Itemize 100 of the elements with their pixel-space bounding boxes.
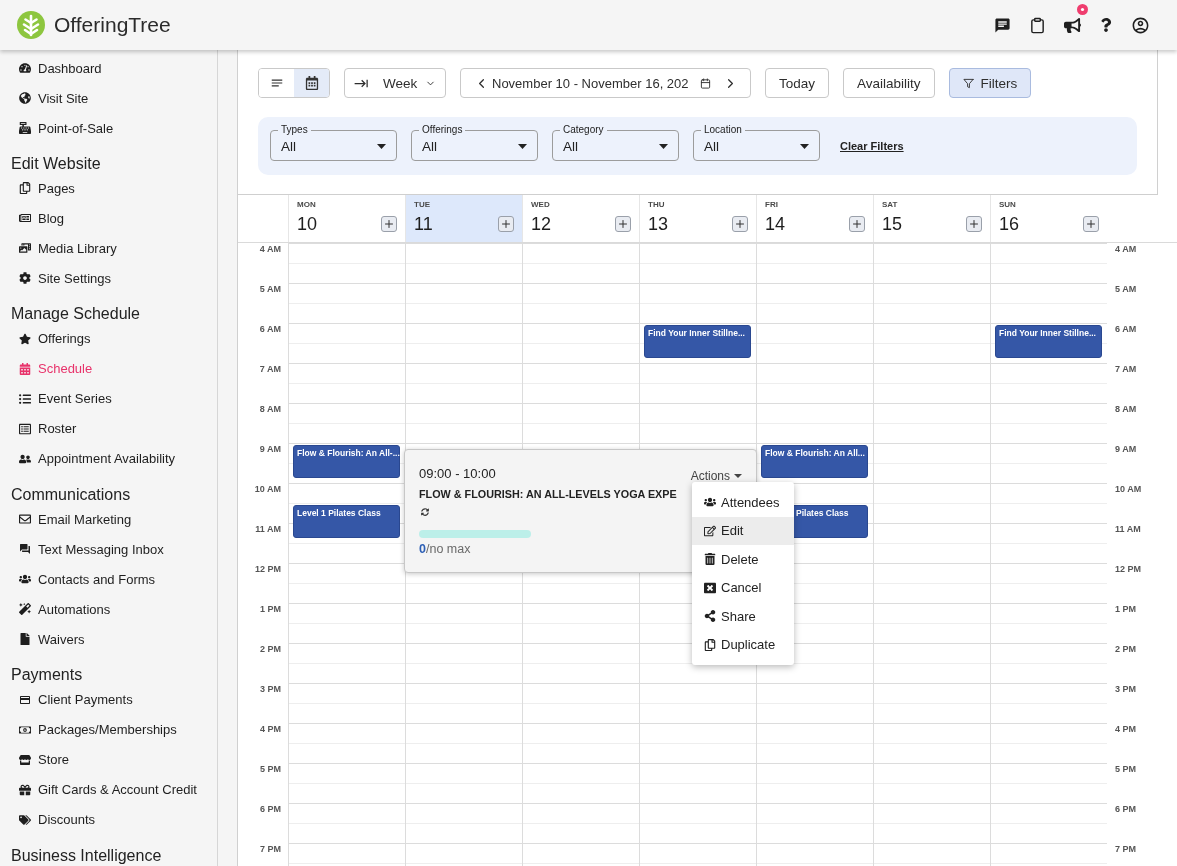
- globe-icon: [19, 92, 31, 104]
- caret-icon: [377, 144, 386, 149]
- add-event-button[interactable]: [498, 216, 514, 232]
- help-icon[interactable]: [1099, 18, 1113, 32]
- sidebar-heading: Manage Schedule: [10, 304, 141, 324]
- filter-button[interactable]: Filters: [948, 68, 1032, 98]
- field-label: Location: [701, 124, 745, 136]
- images-icon: [19, 242, 31, 255]
- settings-icon: [19, 272, 31, 285]
- day-number: 16: [999, 213, 1020, 235]
- sidebar-item[interactable]: Email Marketing: [0, 504, 217, 535]
- time-label: 5 AM: [1114, 283, 1138, 296]
- add-event-button[interactable]: [1083, 216, 1099, 232]
- sidebar-item[interactable]: Contacts and Forms: [0, 564, 217, 595]
- sidebar-item[interactable]: Site Settings: [0, 263, 217, 294]
- time-label: 2 PM: [1114, 643, 1137, 656]
- clear-filters-link[interactable]: Clear Filters: [840, 140, 904, 152]
- weekday-label: TUE: [414, 200, 430, 210]
- sidebar-item[interactable]: Blog: [0, 203, 217, 234]
- caret-icon: [659, 144, 668, 149]
- sidebar-item[interactable]: Waivers: [0, 624, 217, 655]
- plus-icon: [500, 218, 512, 230]
- time-label: 10 AM: [253, 483, 282, 496]
- brand-name: OfferingTree: [54, 13, 171, 37]
- time-label: 4 PM: [259, 723, 282, 736]
- weekday-label: SUN: [999, 200, 1016, 210]
- time-label: 3 PM: [259, 683, 282, 696]
- sidebar-item[interactable]: Text Messaging Inbox: [0, 534, 217, 565]
- calendar-view-button[interactable]: [294, 69, 329, 97]
- sidebar-item[interactable]: Automations: [0, 594, 217, 625]
- sidebar-item[interactable]: Point-of-Sale: [0, 113, 217, 143]
- calendar-event[interactable]: Find Your Inner Stillne...: [995, 325, 1102, 358]
- add-event-button[interactable]: [381, 216, 397, 232]
- add-event-button[interactable]: [732, 216, 748, 232]
- group-icon: [19, 573, 31, 586]
- plus-icon: [968, 218, 980, 230]
- megaphone-icon[interactable]: [1064, 16, 1081, 34]
- clipboard-icon[interactable]: [1029, 16, 1046, 34]
- sidebar-item[interactable]: Dashboard: [0, 53, 217, 83]
- time-label: 11 AM: [254, 523, 282, 536]
- tree-logo: [17, 11, 45, 39]
- toolbar-button[interactable]: Availability: [843, 68, 935, 98]
- sidebar-item[interactable]: Store: [0, 744, 217, 775]
- weekday-label: SAT: [882, 200, 898, 210]
- date-range-text[interactable]: November 10 - November 16, 202: [492, 75, 700, 91]
- time-label: 11 AM: [1114, 523, 1142, 536]
- time-label: 9 AM: [258, 443, 282, 456]
- sidebar-heading: Business Intelligence: [10, 845, 163, 865]
- actions-button[interactable]: Actions: [690, 469, 742, 483]
- add-event-button[interactable]: [849, 216, 865, 232]
- field-label: Category: [560, 124, 607, 136]
- sidebar-item[interactable]: Roster: [0, 413, 217, 444]
- sidebar-item[interactable]: Pages: [0, 173, 217, 204]
- sidebar-item[interactable]: Schedule: [0, 353, 217, 384]
- document-icon: [19, 422, 31, 435]
- time-label: 6 PM: [1114, 803, 1137, 816]
- time-label: 9 AM: [1114, 443, 1138, 456]
- pages-icon: [19, 182, 31, 195]
- star-icon: [19, 332, 31, 345]
- user-icon[interactable]: [1131, 15, 1150, 35]
- range-select[interactable]: Week: [344, 68, 446, 98]
- menu-item[interactable]: Edit: [692, 516, 794, 545]
- tags-icon: [19, 813, 31, 826]
- chat-icon[interactable]: [994, 16, 1011, 34]
- menu-item[interactable]: Cancel: [692, 573, 794, 602]
- add-event-button[interactable]: [615, 216, 631, 232]
- time-label: 12 PM: [1114, 563, 1142, 576]
- sidebar-heading: Edit Website: [10, 154, 102, 174]
- calendar-event[interactable]: Find Your Inner Stillne...: [644, 325, 751, 358]
- time-label: 4 AM: [1114, 243, 1138, 256]
- calendar-icon[interactable]: [700, 77, 711, 89]
- calendar-event[interactable]: Flow & Flourish: An All-...: [293, 445, 400, 478]
- day-number: 11: [414, 213, 433, 235]
- sidebar-item[interactable]: Appointment Availability: [0, 443, 217, 474]
- sidebar-item[interactable]: Packages/Memberships: [0, 714, 217, 745]
- day-number: 13: [648, 213, 669, 235]
- sidebar-item[interactable]: Offerings: [0, 323, 217, 354]
- time-label: 4 PM: [1114, 723, 1137, 736]
- menu-item[interactable]: Share: [692, 602, 794, 631]
- toolbar-button[interactable]: Today: [765, 68, 830, 98]
- sidebar-item[interactable]: Discounts: [0, 804, 217, 835]
- sidebar-item[interactable]: Visit Site: [0, 83, 217, 113]
- sidebar-item[interactable]: Gift Cards & Account Credit: [0, 774, 217, 805]
- file-icon: [19, 633, 31, 646]
- caret-icon: [734, 474, 742, 478]
- calendar-event[interactable]: Flow & Flourish: An All...: [761, 445, 868, 478]
- add-event-button[interactable]: [966, 216, 982, 232]
- plus-icon: [383, 218, 395, 230]
- field-label: Offerings: [419, 124, 466, 136]
- calendar-event[interactable]: Level 1 Pilates Class: [293, 505, 400, 538]
- menu-item[interactable]: Duplicate: [692, 630, 794, 659]
- time-label: 7 PM: [259, 843, 282, 856]
- sidebar-item[interactable]: Event Series: [0, 383, 217, 414]
- menu-item[interactable]: Delete: [692, 545, 794, 574]
- time-label: 1 PM: [259, 603, 282, 616]
- time-label: 6 PM: [259, 803, 282, 816]
- sidebar-item[interactable]: Client Payments: [0, 684, 217, 715]
- time-label: 7 AM: [1114, 363, 1138, 376]
- day-number: 12: [531, 213, 552, 235]
- sidebar-item[interactable]: Media Library: [0, 233, 217, 264]
